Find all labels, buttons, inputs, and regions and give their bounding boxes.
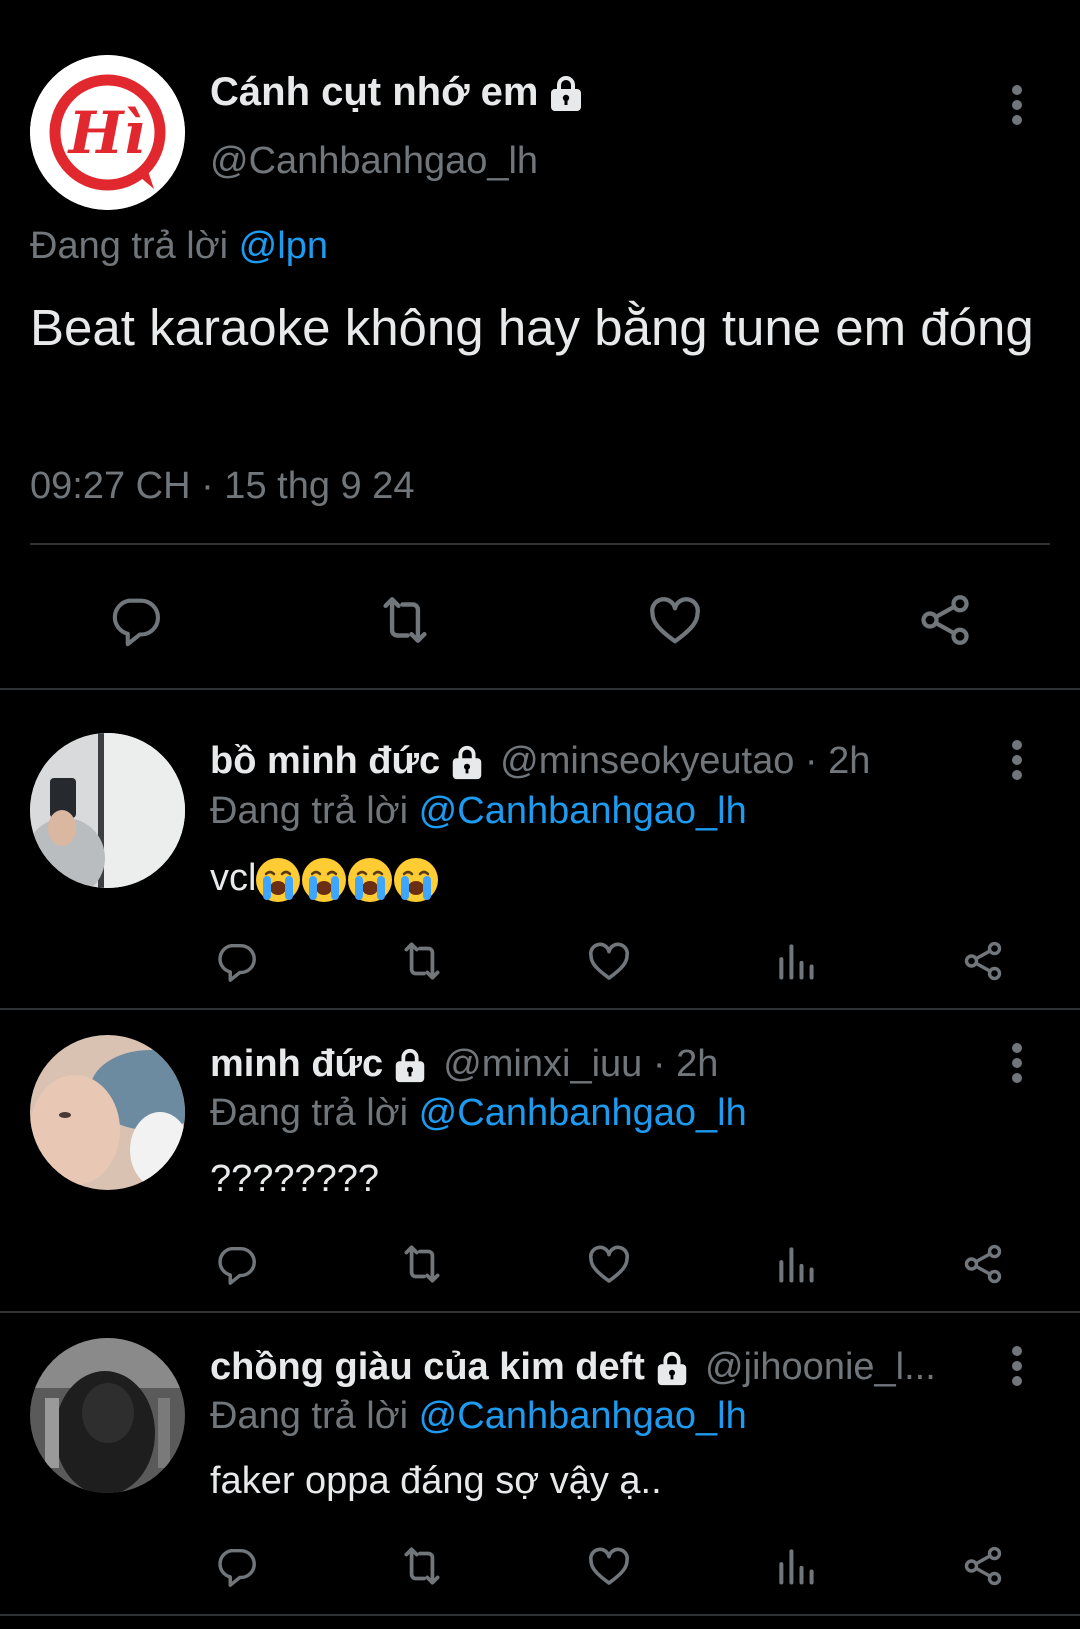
replying-label: Đang trả lời	[210, 1395, 409, 1437]
replying-to: Đang trả lời @Canhbanhgao_lh	[210, 1395, 747, 1438]
hi-logo-icon: Hì	[30, 55, 185, 210]
share-icon	[964, 1244, 1002, 1284]
handle[interactable]: @minseokyeutao · 2h	[500, 740, 870, 783]
share-button[interactable]	[957, 935, 1009, 987]
avatar-image	[30, 1035, 185, 1190]
divider	[0, 1008, 1080, 1010]
tweet-timestamp: 09:27 CH · 15 thg 9 24	[30, 465, 415, 507]
tweet-text: Beat karaoke không hay bằng tune em đóng	[30, 299, 1034, 356]
display-name[interactable]: bồ minh đức	[210, 740, 440, 783]
display-name[interactable]: minh đức	[210, 1043, 383, 1086]
share-button[interactable]	[957, 1540, 1009, 1592]
replying-to: Đang trả lời @lpn	[30, 225, 328, 268]
reply-text: ????????	[210, 1158, 380, 1200]
analytics-icon	[779, 1247, 814, 1283]
avatar[interactable]	[30, 1035, 185, 1190]
reply-button[interactable]	[100, 585, 170, 655]
views-button[interactable]	[770, 1238, 822, 1290]
reply-icon	[218, 1548, 256, 1587]
crying-face-emoji	[300, 856, 348, 904]
mention-link[interactable]: @Canhbanhgao_lh	[419, 1395, 747, 1437]
display-name-text: Cánh cụt nhớ em	[210, 70, 539, 114]
like-button[interactable]	[640, 585, 710, 655]
retweet-icon	[404, 1547, 440, 1585]
reply-header: bồ minh đức @minseokyeutao · 2h	[210, 740, 870, 783]
retweet-button[interactable]	[396, 1540, 448, 1592]
mention-link[interactable]: @Canhbanhgao_lh	[419, 1092, 747, 1134]
share-icon	[964, 1546, 1002, 1586]
views-button[interactable]	[770, 935, 822, 987]
more-options-icon[interactable]	[997, 730, 1037, 790]
like-button[interactable]	[583, 1540, 635, 1592]
heart-icon	[588, 1245, 630, 1283]
display-name[interactable]: Cánh cụt nhớ em	[210, 70, 586, 115]
lock-icon	[448, 743, 486, 781]
replying-label: Đang trả lời	[210, 790, 409, 832]
more-options-icon[interactable]	[997, 75, 1037, 135]
retweet-button[interactable]	[396, 1238, 448, 1290]
more-options-icon[interactable]	[997, 1033, 1037, 1093]
divider	[0, 688, 1080, 690]
divider	[0, 1311, 1080, 1313]
share-icon	[964, 941, 1002, 981]
share-button[interactable]	[910, 585, 980, 655]
analytics-icon	[779, 1549, 814, 1585]
display-name[interactable]: chồng giàu của kim deft	[210, 1346, 645, 1389]
replying-to: Đang trả lời @Canhbanhgao_lh	[210, 1092, 747, 1135]
avatar[interactable]	[30, 1338, 185, 1493]
retweet-icon	[404, 942, 440, 980]
reply-text-content: vcl	[210, 857, 257, 900]
mention-link[interactable]: @lpn	[239, 225, 328, 267]
avatar[interactable]: Hì	[30, 55, 185, 210]
handle[interactable]: @Canhbanhgao_lh	[210, 140, 538, 183]
reply-button[interactable]	[210, 1238, 262, 1290]
like-button[interactable]	[583, 1238, 635, 1290]
lock-icon	[391, 1046, 429, 1084]
reply-button[interactable]	[210, 935, 262, 987]
heart-icon	[588, 1547, 630, 1585]
like-button[interactable]	[583, 935, 635, 987]
retweet-button[interactable]	[370, 585, 440, 655]
more-options-icon[interactable]	[997, 1336, 1037, 1396]
svg-text:Hì: Hì	[67, 99, 146, 167]
reply-text: faker oppa đáng sợ vậy ạ..	[210, 1460, 662, 1502]
replying-label: Đang trả lời	[210, 1092, 409, 1134]
crying-face-emoji	[254, 856, 302, 904]
crying-face-emoji	[346, 856, 394, 904]
reply-header: chồng giàu của kim deft @jihoonie_l...	[210, 1346, 936, 1389]
reply-header: minh đức @minxi_iuu · 2h	[210, 1043, 718, 1086]
mention-link[interactable]: @Canhbanhgao_lh	[419, 790, 747, 832]
crying-face-emoji	[392, 856, 440, 904]
reply-icon	[218, 1246, 256, 1285]
retweet-icon	[383, 597, 427, 643]
reply-icon	[218, 943, 256, 982]
handle[interactable]: @jihoonie_l...	[705, 1346, 936, 1389]
share-icon	[921, 595, 969, 645]
retweet-button[interactable]	[396, 935, 448, 987]
handle[interactable]: @minxi_iuu · 2h	[443, 1043, 718, 1086]
heart-icon	[650, 597, 700, 644]
views-button[interactable]	[770, 1540, 822, 1592]
reply-button[interactable]	[210, 1540, 262, 1592]
divider	[30, 543, 1050, 545]
replying-to: Đang trả lời @Canhbanhgao_lh	[210, 790, 747, 833]
reply-text: vcl	[210, 856, 440, 904]
reply-icon	[112, 598, 161, 647]
lock-icon	[653, 1349, 691, 1387]
share-button[interactable]	[957, 1238, 1009, 1290]
lock-icon	[546, 73, 586, 113]
avatar-image	[30, 1338, 185, 1493]
retweet-icon	[404, 1245, 440, 1283]
heart-icon	[588, 942, 630, 980]
avatar-image	[30, 733, 185, 888]
replying-label: Đang trả lời	[30, 225, 229, 267]
divider	[0, 1614, 1080, 1616]
avatar[interactable]	[30, 733, 185, 888]
analytics-icon	[779, 944, 814, 980]
